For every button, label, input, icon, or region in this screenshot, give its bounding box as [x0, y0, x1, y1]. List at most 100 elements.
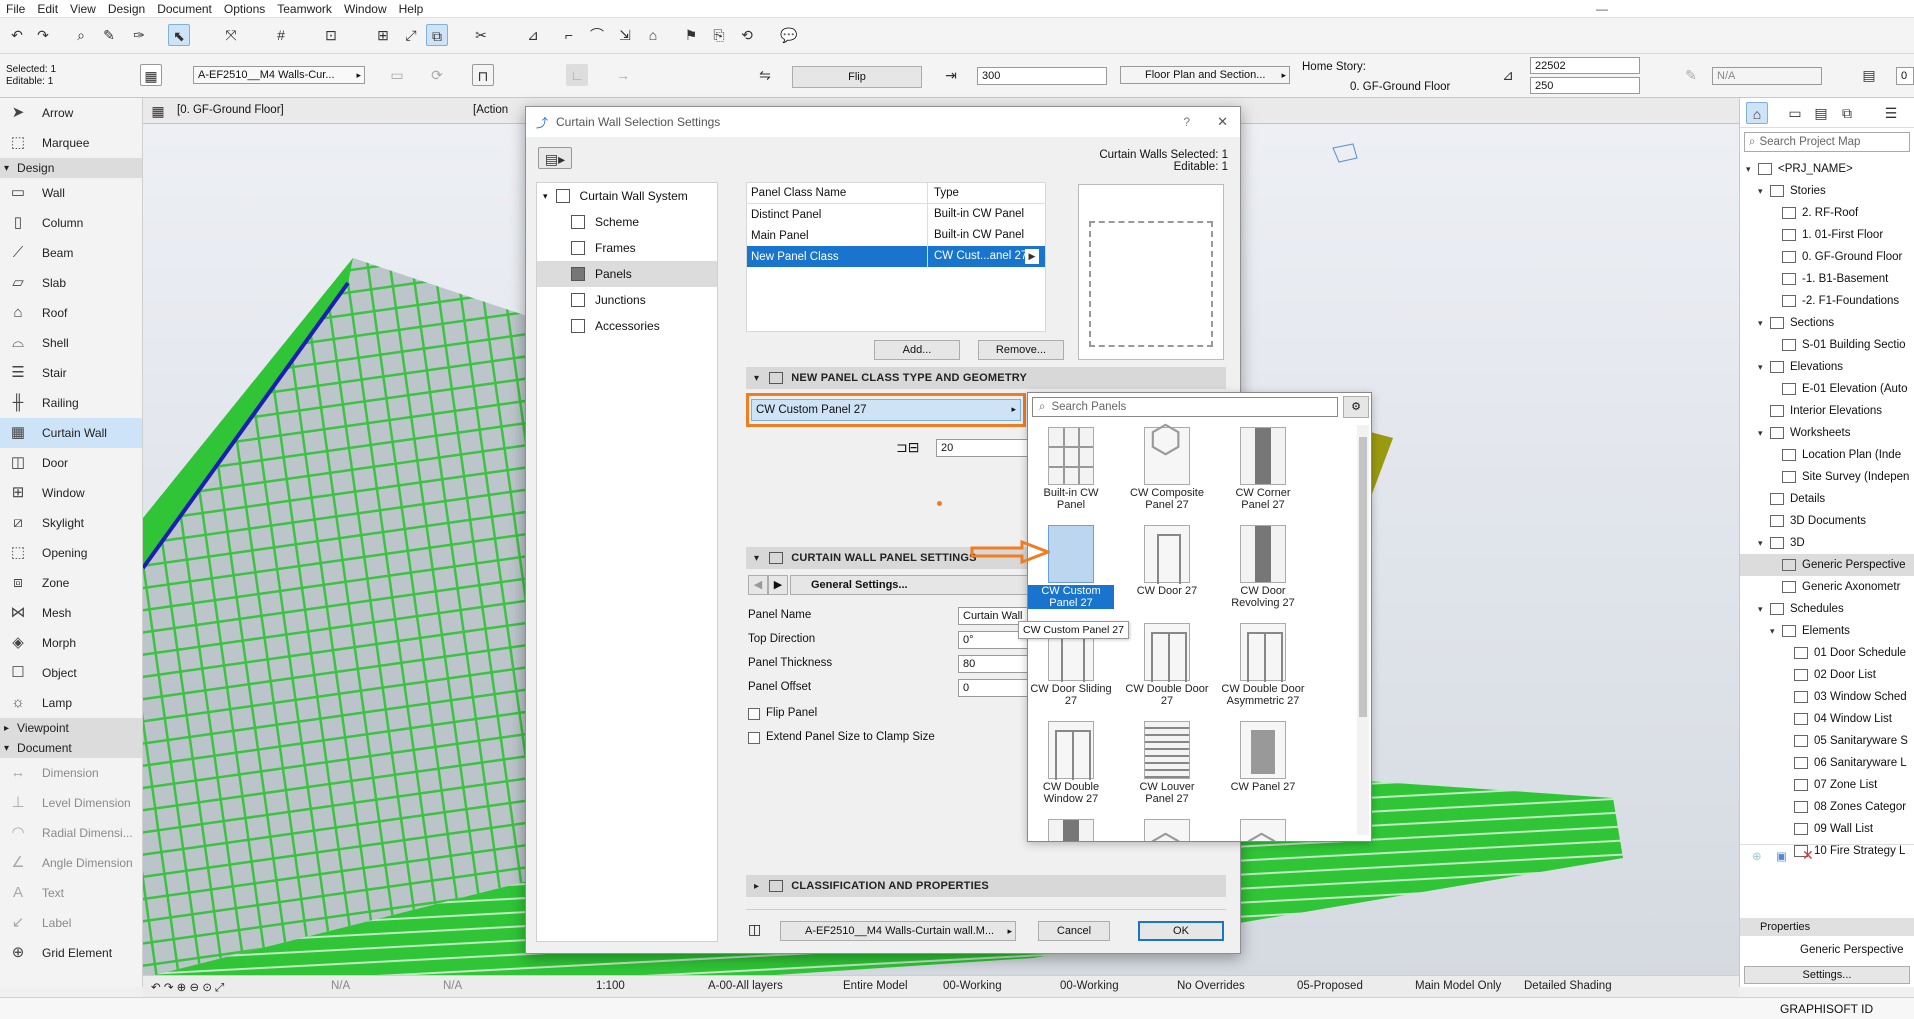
- suspend-groups-icon[interactable]: ⧉: [426, 24, 448, 46]
- tab-ground-floor[interactable]: [0. GF-Ground Floor]: [177, 104, 284, 116]
- tool-arrow[interactable]: ➤ Arrow: [0, 98, 142, 128]
- view-map-icon[interactable]: ▭: [1784, 102, 1806, 124]
- arrow-tool-icon[interactable]: ⬉: [168, 24, 190, 46]
- navigator-item[interactable]: ▾ <PRJ_NAME>: [1740, 158, 1914, 180]
- chevron-down-icon[interactable]: ▾: [1770, 626, 1782, 637]
- tool-curtain-wall[interactable]: ▦ Curtain Wall: [0, 418, 142, 448]
- viewpoint-section-header[interactable]: Viewpoint: [0, 718, 142, 738]
- chevron-down-icon[interactable]: ▾: [1758, 538, 1770, 549]
- bottom-height-input[interactable]: 250: [1530, 77, 1640, 94]
- navigator-item[interactable]: Site Survey (Indepen: [1740, 466, 1914, 488]
- tool-morph[interactable]: ◈ Morph: [0, 628, 142, 658]
- tool-text[interactable]: A Text: [0, 878, 142, 908]
- project-map-search[interactable]: ⌕ Search Project Map: [1744, 132, 1910, 152]
- tool-lamp[interactable]: ☼ Lamp: [0, 688, 142, 718]
- navigator-item[interactable]: 08 Zones Categor: [1740, 796, 1914, 818]
- navigator-item[interactable]: 05 Sanitaryware S: [1740, 730, 1914, 752]
- tree-accessories[interactable]: Accessories: [537, 313, 717, 339]
- add-icon[interactable]: ⊕: [1752, 849, 1762, 863]
- find-select-icon[interactable]: ⌕: [70, 24, 92, 46]
- guide-line-icon[interactable]: ⤧: [220, 24, 242, 46]
- tool-column[interactable]: ▯ Column: [0, 208, 142, 238]
- panel-offset-input[interactable]: 0: [958, 679, 1028, 697]
- tree-junctions[interactable]: Junctions: [537, 287, 717, 313]
- chevron-down-icon[interactable]: ▾: [1758, 428, 1770, 439]
- geometry-icon[interactable]: ▭: [386, 64, 408, 86]
- design-section-header[interactable]: Design: [0, 158, 142, 178]
- tab-action[interactable]: [Action: [473, 104, 508, 116]
- navigator-item[interactable]: 1. 01-First Floor: [1740, 224, 1914, 246]
- scrollbar-thumb[interactable]: [1359, 437, 1367, 717]
- navigator-item[interactable]: 09 Wall List: [1740, 818, 1914, 840]
- tree-panels[interactable]: Panels: [537, 261, 717, 287]
- panel-option[interactable]: CW Corner Panel 27: [1220, 427, 1306, 511]
- curve-icon[interactable]: ⌒: [586, 24, 608, 46]
- panel-option[interactable]: CW Panel 27: [1220, 721, 1306, 793]
- tool-object[interactable]: ☐ Object: [0, 658, 142, 688]
- fillet-icon[interactable]: ⌐: [558, 24, 580, 46]
- display-select[interactable]: Floor Plan and Section...: [1120, 66, 1290, 84]
- menu-window[interactable]: Window: [338, 2, 393, 16]
- layer-select[interactable]: A-EF2510__M4 Walls-Cur...: [193, 66, 365, 84]
- menu-document[interactable]: Document: [151, 2, 218, 16]
- tool-wall[interactable]: ▭ Wall: [0, 178, 142, 208]
- pen-set[interactable]: 00-Working: [943, 980, 1002, 992]
- offset-input[interactable]: 300: [977, 67, 1107, 85]
- navigator-item[interactable]: 02 Door List: [1740, 664, 1914, 686]
- chevron-down-icon[interactable]: ▾: [1758, 604, 1770, 615]
- navigator-item[interactable]: ▾ Stories: [1740, 180, 1914, 202]
- panel-thickness-input[interactable]: 80: [958, 655, 1028, 673]
- tool-skylight[interactable]: ⧄ Skylight: [0, 508, 142, 538]
- close-button[interactable]: ✕: [1217, 114, 1228, 130]
- shading-mode[interactable]: Detailed Shading: [1524, 980, 1612, 992]
- navigator-item[interactable]: Details: [1740, 488, 1914, 510]
- layout-book-icon[interactable]: ▤: [1810, 102, 1832, 124]
- angle-value[interactable]: N/A: [443, 980, 462, 992]
- navigator-item[interactable]: Generic Axonometr: [1740, 576, 1914, 598]
- remove-button[interactable]: Remove...: [978, 340, 1064, 360]
- share-icon[interactable]: ⟲: [736, 24, 758, 46]
- direction-icon[interactable]: →: [612, 64, 634, 86]
- panel-search-input[interactable]: ⌕ Search Panels: [1032, 397, 1338, 417]
- tool-railing[interactable]: ╫ Railing: [0, 388, 142, 418]
- chevron-down-icon[interactable]: ▾: [1758, 362, 1770, 373]
- zoom-value[interactable]: N/A: [331, 980, 350, 992]
- panel-option[interactable]: CW Door Revolving 27: [1220, 525, 1306, 609]
- panel-option[interactable]: CW Composite Panel 27: [1124, 427, 1210, 511]
- tree-scheme[interactable]: Scheme: [537, 209, 717, 235]
- chevron-down-icon[interactable]: ▾: [1746, 164, 1758, 175]
- ok-button[interactable]: OK: [1138, 921, 1224, 941]
- panel-option[interactable]: CW Double Door 27: [1124, 623, 1210, 707]
- menu-icon[interactable]: ☰: [1880, 102, 1902, 124]
- extend-panel-checkbox[interactable]: [748, 732, 760, 744]
- tool-stair[interactable]: ☰ Stair: [0, 358, 142, 388]
- table-row[interactable]: Distinct Panel Built-in CW Panel: [747, 204, 1045, 225]
- tool-mesh[interactable]: ⋈ Mesh: [0, 598, 142, 628]
- tool-angle-dimension[interactable]: ∠ Angle Dimension: [0, 848, 142, 878]
- navigator-item[interactable]: ▾ Schedules: [1740, 598, 1914, 620]
- properties-header[interactable]: Properties: [1740, 918, 1914, 936]
- next-page-button[interactable]: ▶: [768, 575, 788, 595]
- navigator-item[interactable]: Generic Perspective: [1740, 554, 1914, 576]
- menu-edit[interactable]: Edit: [31, 2, 64, 16]
- chevron-right-icon[interactable]: ▶: [1025, 249, 1039, 264]
- navigator-item[interactable]: Location Plan (Inde: [1740, 444, 1914, 466]
- tool-door[interactable]: ◫ Door: [0, 448, 142, 478]
- navigator-item[interactable]: 04 Window List: [1740, 708, 1914, 730]
- chevron-down-icon[interactable]: ▾: [1758, 186, 1770, 197]
- panel-option[interactable]: CW Double Door Asymmetric 27: [1220, 623, 1306, 707]
- navigator-item[interactable]: S-01 Building Sectio: [1740, 334, 1914, 356]
- tool-level-dimension[interactable]: ⊥ Level Dimension: [0, 788, 142, 818]
- structure-display[interactable]: 00-Working: [1060, 980, 1119, 992]
- navigator-item[interactable]: 01 Door Schedule: [1740, 642, 1914, 664]
- na-field[interactable]: N/A: [1712, 67, 1822, 85]
- picker-scrollbar[interactable]: [1357, 425, 1369, 835]
- menu-file[interactable]: File: [0, 2, 31, 16]
- split-icon[interactable]: ✂: [470, 24, 492, 46]
- syringe-icon[interactable]: ✑: [128, 24, 150, 46]
- classification-section-header[interactable]: ▸ CLASSIFICATION AND PROPERTIES: [746, 875, 1226, 897]
- menu-view[interactable]: View: [64, 2, 102, 16]
- navigator-item[interactable]: 06 Sanitaryware L: [1740, 752, 1914, 774]
- panel-option-selected[interactable]: CW Custom Panel 27: [1028, 525, 1114, 609]
- cancel-button[interactable]: Cancel: [1038, 921, 1110, 941]
